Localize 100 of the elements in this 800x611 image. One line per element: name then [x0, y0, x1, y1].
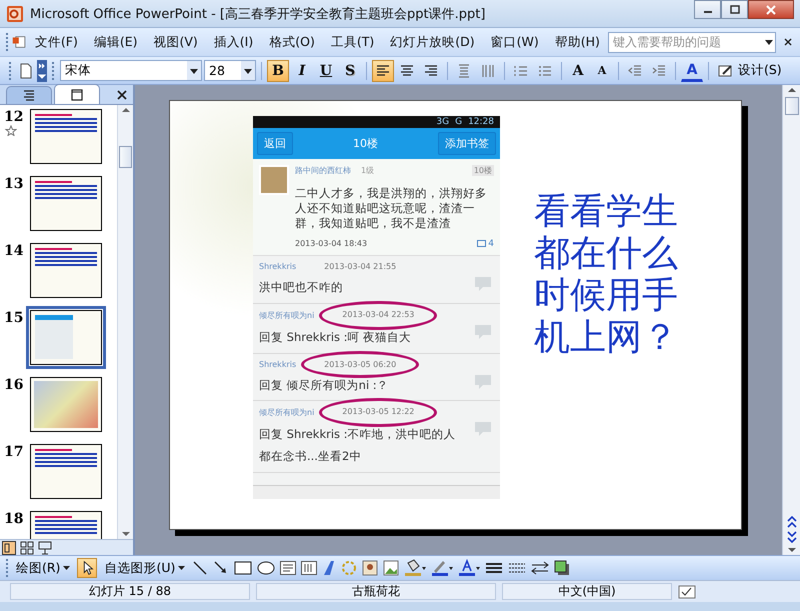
reply-text: 洪中吧也不咋的	[259, 278, 343, 296]
underline-button[interactable]: U	[315, 60, 337, 82]
toolbar-options-icon[interactable]	[37, 60, 47, 82]
status-text: 古瓶荷花	[352, 583, 400, 600]
font-size-dropdown[interactable]: 28	[204, 60, 256, 81]
network-label: G	[455, 118, 462, 126]
scroll-up-icon[interactable]	[788, 87, 796, 93]
slide-number: 18	[4, 511, 24, 527]
wordart-icon[interactable]	[322, 560, 336, 576]
shadow-style-icon[interactable]	[554, 560, 570, 576]
reply-author: Shrekkris	[259, 360, 296, 368]
font-name-dropdown[interactable]: 宋体	[60, 60, 202, 81]
minimize-button[interactable]	[694, 0, 721, 19]
slide-heading: 看看学生都在什么时候用手机上网？	[534, 191, 679, 360]
grow-font-button[interactable]: A	[567, 60, 589, 82]
scroll-up-icon[interactable]	[122, 107, 130, 113]
post-text: 二中人才多，我是洪翔的，洪翔好多人还不知道贴吧这玩意呢，渣渣一群，我知道贴吧，我不是渣渣	[295, 186, 488, 231]
italic-button[interactable]: I	[291, 60, 313, 82]
clip-art-icon[interactable]	[362, 560, 378, 576]
slide-number: 13	[4, 176, 24, 192]
line-style-icon[interactable]	[485, 561, 504, 575]
slide-number: 17	[4, 444, 24, 460]
reply-text: 回复 倾尽所有呗为ni :？	[259, 376, 389, 394]
picture-icon[interactable]	[383, 560, 400, 576]
slides-tab[interactable]	[54, 84, 100, 104]
thread-title: 10楼	[353, 136, 378, 151]
menu-item[interactable]: 帮助(H)	[546, 32, 608, 52]
maximize-button[interactable]	[721, 0, 748, 19]
font-color-icon[interactable]	[458, 559, 480, 577]
maximize-icon[interactable]	[730, 5, 740, 14]
menu-item[interactable]: 工具(T)	[322, 32, 382, 52]
slide-sorter-icon[interactable]	[20, 540, 34, 554]
dash-style-icon[interactable]	[508, 561, 526, 575]
outline-tab[interactable]	[6, 86, 52, 104]
menu-item[interactable]: 幻灯片放映(D)	[382, 32, 483, 52]
slide-number: 16	[4, 377, 24, 393]
slide-show-icon[interactable]	[38, 540, 52, 554]
menu-item[interactable]: 格式(O)	[261, 32, 323, 52]
reply-time: 2013-03-04 21:55	[324, 262, 396, 271]
comment-count: 4	[488, 238, 494, 249]
app-logo-icon	[6, 4, 24, 22]
draw-menu-button[interactable]: 绘图(R)	[14, 558, 72, 578]
post-time: 2013-03-04 18:43	[295, 238, 368, 249]
reply-text: 回复 Shrekkris :不咋地，洪中吧的人都在念书...坐看2中	[259, 426, 457, 466]
line-color-icon[interactable]	[431, 559, 454, 577]
comment-bubble-icon	[474, 276, 492, 292]
outline-icon[interactable]	[21, 88, 37, 104]
close-button[interactable]	[748, 0, 794, 19]
select-pointer-icon[interactable]	[77, 558, 98, 578]
design-button[interactable]: 设计(S)	[714, 60, 786, 81]
scroll-down-icon[interactable]	[788, 547, 796, 553]
menu-item[interactable]: 视图(V)	[145, 32, 206, 52]
caret-icon[interactable]	[178, 566, 186, 570]
oval-icon[interactable]	[257, 561, 276, 575]
reply-time: 2013-03-05 12:22	[319, 398, 438, 428]
shrink-font-button[interactable]: A	[591, 60, 613, 82]
comment-bubble-icon	[474, 324, 492, 340]
spelling-check-icon	[678, 584, 696, 598]
floor-label: 10楼	[472, 165, 494, 176]
previous-slide-icon[interactable]	[786, 516, 796, 528]
slide-icon[interactable]	[69, 86, 85, 102]
scrollbar-thumb[interactable]	[119, 146, 132, 168]
close-icon[interactable]	[117, 90, 127, 100]
network-label: 3G	[436, 118, 450, 126]
post-author: 路中间的西红柿	[295, 165, 351, 176]
menu-item[interactable]: 编辑(E)	[86, 32, 146, 52]
scroll-down-icon[interactable]	[122, 531, 130, 537]
menu-item[interactable]: 文件(F)	[26, 32, 86, 52]
normal-view-icon[interactable]	[2, 540, 16, 554]
shadow-button[interactable]: S	[339, 60, 361, 82]
reply-author: Shrekkris	[259, 262, 296, 271]
line-icon[interactable]	[192, 560, 208, 576]
menu-item[interactable]: 窗口(W)	[482, 32, 547, 52]
reply-author: 倾尽所有呗为ni	[259, 407, 314, 418]
status-text: 幻灯片 15 / 88	[88, 583, 172, 600]
slide-thumbnail[interactable]	[26, 306, 106, 369]
caret-icon[interactable]	[63, 566, 70, 570]
comment-icon	[477, 240, 486, 248]
rectangle-icon[interactable]	[234, 561, 252, 575]
bold-button[interactable]: B	[267, 60, 289, 82]
caret-icon[interactable]	[241, 61, 255, 80]
autoshapes-menu-button[interactable]: 自选图形(U)	[102, 558, 188, 578]
caret-icon[interactable]	[187, 61, 201, 80]
window-title: Microsoft Office PowerPoint - [高三春季开学安全教育主题班会ppt课件.ppt]	[30, 6, 486, 22]
clock-text: 12:28	[468, 118, 494, 126]
text-box-icon[interactable]	[280, 561, 296, 575]
reply-author: 倾尽所有呗为ni	[259, 310, 314, 321]
design-icon[interactable]	[718, 64, 734, 78]
scrollbar-thumb[interactable]	[784, 97, 798, 115]
menu-item[interactable]: 插入(I)	[206, 32, 262, 52]
font-color-button[interactable]: A	[681, 60, 703, 82]
user-level: 1级	[361, 165, 374, 176]
help-search-field[interactable]: 键入需要帮助的问题	[608, 32, 776, 52]
next-slide-icon[interactable]	[786, 531, 796, 543]
fill-color-icon[interactable]	[404, 559, 426, 577]
comment-bubble-icon	[474, 421, 492, 438]
slide-number: 15	[4, 310, 24, 326]
arrow-style-icon[interactable]	[531, 561, 550, 575]
vertical-text-box-icon[interactable]	[301, 561, 318, 575]
comment-bubble-icon	[474, 374, 492, 390]
